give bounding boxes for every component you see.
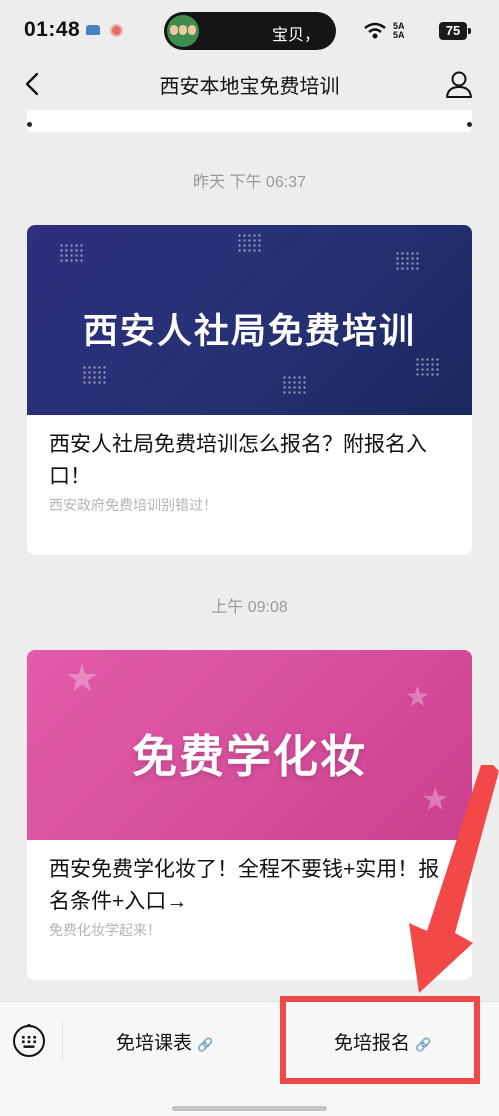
banner-decoration — [237, 233, 263, 253]
banner-decoration — [282, 375, 308, 395]
menu-divider — [62, 1022, 63, 1060]
star-decoration-icon: ★ — [405, 681, 431, 712]
article-subtitle: 西安政府免费培训别错过！ — [49, 497, 217, 513]
card-dot — [467, 122, 472, 127]
page-title: 西安本地宝免费培训 — [159, 76, 340, 98]
battery-indicator: 75 — [439, 22, 471, 40]
article-banner-image: 西安人社局免费培训 — [27, 225, 472, 415]
message-timestamp: 上午 09:08 — [211, 599, 288, 616]
profile-icon[interactable] — [444, 69, 474, 99]
article-card[interactable]: 西安人社局免费培训 西安人社局免费培训怎么报名？附报名入口！ 西安政府免费培训别… — [27, 225, 472, 555]
menu-item-course-schedule[interactable]: 免培课表 🔗 — [116, 1028, 213, 1055]
notification-text: 宝贝， — [272, 27, 321, 44]
previous-message-card[interactable] — [27, 110, 472, 132]
wifi-icon — [364, 22, 386, 39]
keyboard-icon[interactable] — [12, 1024, 46, 1058]
signal-icon: 5A 5A — [393, 22, 433, 40]
link-icon: 🔗 — [197, 1037, 214, 1052]
article-title: 西安人社局免费培训怎么报名？附报名入口！ — [49, 433, 427, 488]
notification-avatar — [167, 15, 199, 47]
home-indicator — [172, 1106, 327, 1111]
red-highlight-box — [280, 996, 480, 1084]
card-dot — [27, 122, 32, 127]
banner-decoration — [82, 365, 108, 385]
message-timestamp: 昨天 下午 06:37 — [193, 174, 306, 191]
signal-text: 5A 5A — [393, 21, 405, 40]
app-notification-icon — [86, 25, 100, 35]
menu-item-label: 免培课表 — [116, 1033, 193, 1054]
status-time: 01:48 — [24, 18, 81, 41]
star-decoration-icon: ★ — [65, 658, 100, 700]
red-pointer-arrow-icon — [409, 765, 499, 993]
banner-title: 西安人社局免费培训 — [82, 312, 416, 351]
app-notification-icon-2 — [110, 24, 123, 37]
banner-decoration — [59, 243, 85, 263]
banner-decoration — [395, 251, 421, 271]
banner-decoration — [415, 357, 441, 377]
live-notification-pill[interactable]: 宝贝， — [164, 12, 336, 50]
status-bar: 01:48 宝贝， 5A 5A 75 — [0, 0, 499, 62]
nav-bar: 西安本地宝免费培训 — [0, 62, 499, 110]
